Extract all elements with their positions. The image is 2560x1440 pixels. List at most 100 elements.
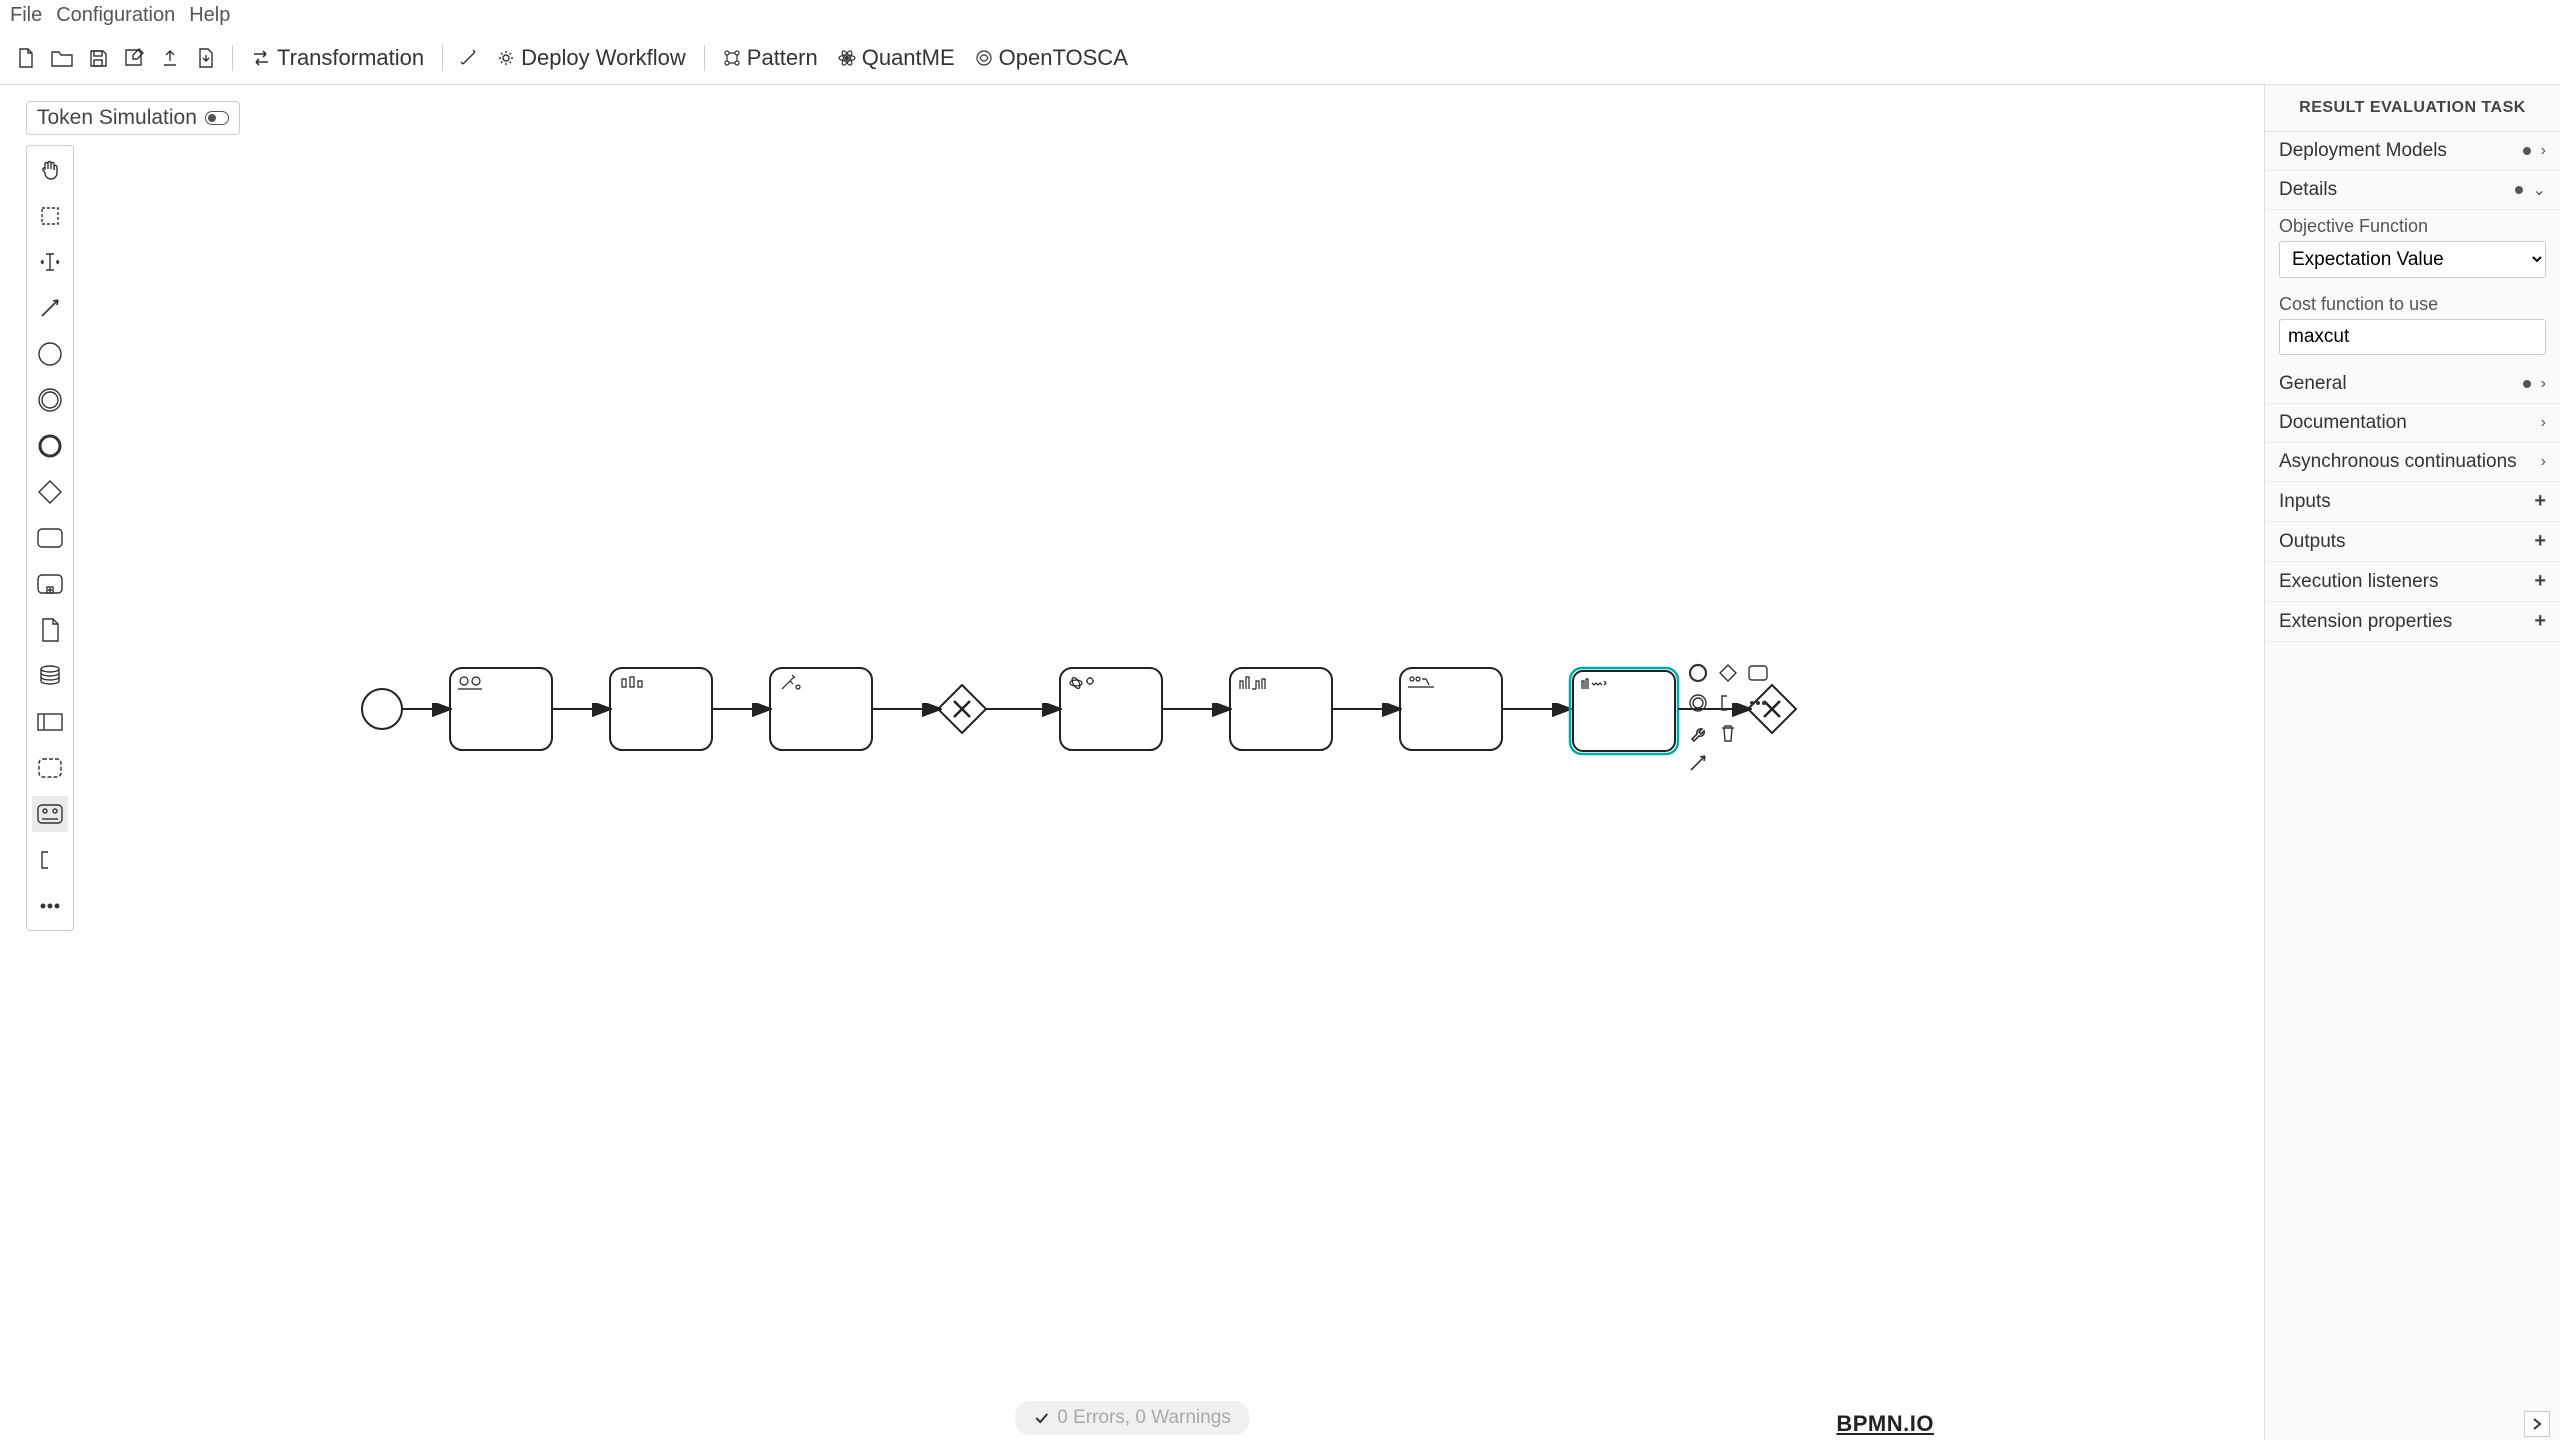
task-5[interactable] [1230,668,1332,750]
save-icon[interactable] [80,40,116,76]
section-label: Deployment Models [2279,140,2447,162]
append-task[interactable] [1746,661,1770,685]
context-pad [1686,661,1770,775]
section-documentation[interactable]: Documentation › [2265,404,2560,443]
quantme-label: QuantME [862,45,955,71]
task-1[interactable] [450,668,552,750]
group-tool[interactable] [32,750,68,786]
toggle-icon [205,111,229,125]
objective-function-label: Objective Function [2265,210,2560,239]
intermediate-event-tool[interactable] [32,382,68,418]
section-general[interactable]: General › [2265,365,2560,404]
menu-bar: File Configuration Help [0,0,2560,31]
append-end-event[interactable] [1686,661,1710,685]
status-text: 0 Errors, 0 Warnings [1057,1407,1231,1429]
brand-link[interactable]: BPMN.IO [1836,1411,1934,1437]
quantme-task-tool[interactable] [32,796,68,832]
end-event-tool[interactable] [32,428,68,464]
delete-trash[interactable] [1716,721,1740,745]
section-deployment-models[interactable]: Deployment Models › [2265,132,2560,171]
section-label: Inputs [2279,491,2331,513]
context-more[interactable] [1746,691,1770,715]
hand-tool[interactable] [32,152,68,188]
section-inputs[interactable]: Inputs + [2265,482,2560,522]
participant-tool[interactable] [32,704,68,740]
opentosca-button[interactable]: OpenTOSCA [965,45,1138,71]
section-details[interactable]: Details ⌄ [2265,171,2560,210]
separator [232,45,233,71]
check-icon [1033,1410,1049,1426]
palette [26,145,74,931]
menu-configuration[interactable]: Configuration [56,4,175,27]
status-pill[interactable]: 0 Errors, 0 Warnings [1015,1401,1249,1435]
task-6[interactable] [1400,668,1502,750]
deploy-workflow-button[interactable]: Deploy Workflow [487,45,696,71]
bpmn-diagram [0,85,2260,1440]
connect-arrow[interactable] [1686,751,1710,775]
cost-function-input[interactable] [2279,319,2546,355]
transformation-label: Transformation [277,45,424,71]
connect-tool[interactable] [32,290,68,326]
section-label: Documentation [2279,412,2407,434]
open-folder-icon[interactable] [44,40,80,76]
text-annotation-tool[interactable] [32,842,68,878]
task-tool[interactable] [32,520,68,556]
pattern-button[interactable]: Pattern [713,45,828,71]
quantme-button[interactable]: QuantME [828,45,965,71]
start-event[interactable] [362,689,402,729]
export-file-icon[interactable] [188,40,224,76]
canvas[interactable]: Token Simulation [0,85,2264,1440]
task-2[interactable] [610,668,712,750]
dot-indicator [2515,186,2523,194]
start-event-tool[interactable] [32,336,68,372]
transformation-button[interactable]: Transformation [241,45,434,71]
data-object-tool[interactable] [32,612,68,648]
chevron-right-icon [2530,1417,2544,1431]
pattern-label: Pattern [747,45,818,71]
separator [442,45,443,71]
section-outputs[interactable]: Outputs + [2265,522,2560,562]
objective-function-select[interactable]: Expectation Value [2279,241,2546,278]
dot-indicator [2523,147,2531,155]
gateway-1[interactable] [938,685,986,733]
change-type-wrench[interactable] [1686,721,1710,745]
gear-icon [497,49,515,67]
plus-icon[interactable]: + [2534,490,2546,513]
transformation-icon [251,49,271,67]
token-sim-label: Token Simulation [37,106,197,130]
section-execution-listeners[interactable]: Execution listeners + [2265,562,2560,602]
plus-icon[interactable]: + [2534,570,2546,593]
plus-icon[interactable]: + [2534,610,2546,633]
space-tool[interactable] [32,244,68,280]
chevron-right-icon: › [2541,414,2546,432]
panel-title: RESULT EVALUATION TASK [2265,85,2560,132]
separator [704,45,705,71]
data-store-tool[interactable] [32,658,68,694]
opentosca-label: OpenTOSCA [999,45,1128,71]
chevron-down-icon: ⌄ [2533,180,2546,200]
section-label: Asynchronous continuations [2279,451,2517,473]
task-3[interactable] [770,668,872,750]
subprocess-tool[interactable] [32,566,68,602]
append-intermediate-event[interactable] [1686,691,1710,715]
chevron-right-icon: › [2541,142,2546,160]
save-as-icon[interactable] [116,40,152,76]
token-simulation-toggle[interactable]: Token Simulation [26,101,240,135]
collapse-panel-button[interactable] [2524,1411,2550,1437]
gateway-tool[interactable] [32,474,68,510]
section-extension-properties[interactable]: Extension properties + [2265,602,2560,642]
lasso-tool[interactable] [32,198,68,234]
plus-icon[interactable]: + [2534,530,2546,553]
append-annotation[interactable] [1716,691,1740,715]
new-file-icon[interactable] [8,40,44,76]
magic-wand-icon[interactable] [451,40,487,76]
section-async[interactable]: Asynchronous continuations › [2265,443,2560,482]
pattern-icon [723,49,741,67]
dot-indicator [2523,380,2531,388]
properties-panel: RESULT EVALUATION TASK Deployment Models… [2264,85,2560,1440]
menu-file[interactable]: File [10,4,42,27]
upload-icon[interactable] [152,40,188,76]
menu-help[interactable]: Help [189,4,230,27]
more-tools[interactable] [32,888,68,924]
append-gateway[interactable] [1716,661,1740,685]
